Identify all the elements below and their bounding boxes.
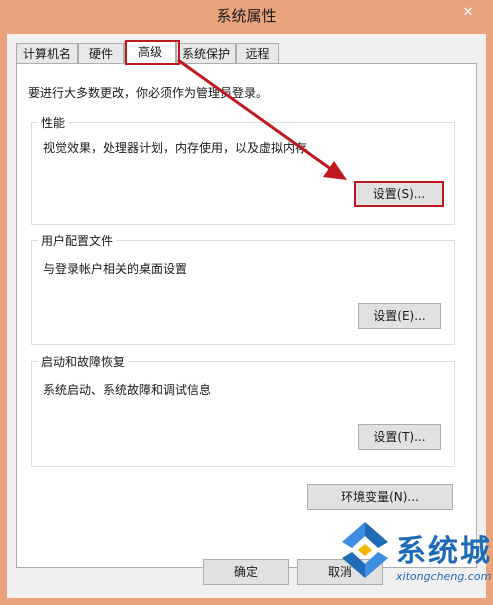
admin-notice: 要进行大多数更改，你必须作为管理员登录。	[28, 86, 269, 100]
tab-computer-name[interactable]: 计算机名	[16, 43, 78, 63]
tab-remote[interactable]: 远程	[236, 43, 279, 63]
ok-button[interactable]: 确定	[203, 559, 289, 585]
startup-recovery-group: 启动和故障恢复 系统启动、系统故障和调试信息	[31, 353, 455, 467]
user-profiles-settings-button[interactable]: 设置(E)...	[358, 303, 441, 329]
title-bar[interactable]: 系统属性 ✕	[0, 0, 493, 34]
startup-recovery-settings-button[interactable]: 设置(T)...	[358, 424, 441, 450]
user-profiles-group: 用户配置文件 与登录帐户相关的桌面设置	[31, 232, 455, 345]
brand-name: 系统城	[396, 534, 492, 569]
performance-title: 性能	[38, 114, 69, 131]
brand-logo-icon	[342, 522, 388, 578]
environment-variables-button[interactable]: 环境变量(N)...	[307, 484, 453, 510]
user-profiles-title: 用户配置文件	[38, 232, 117, 249]
performance-description: 视觉效果，处理器计划，内存使用，以及虚拟内存	[43, 141, 308, 155]
window-title: 系统属性	[216, 7, 277, 25]
startup-recovery-title: 启动和故障恢复	[38, 353, 129, 370]
brand-url: xitongcheng.com	[396, 570, 492, 583]
tab-system-protection[interactable]: 系统保护	[176, 43, 236, 63]
close-button[interactable]: ✕	[453, 3, 483, 23]
dialog-client-area: 计算机名 硬件 高级 系统保护 远程 要进行大多数更改，你必须作为管理员登录。 …	[7, 34, 486, 598]
user-profiles-description: 与登录帐户相关的桌面设置	[43, 262, 188, 276]
tab-highlight-box	[125, 40, 180, 65]
tab-hardware[interactable]: 硬件	[78, 43, 124, 63]
performance-group: 性能 视觉效果，处理器计划，内存使用，以及虚拟内存	[31, 114, 455, 225]
site-watermark: 系统城 xitongcheng.com	[336, 520, 493, 605]
performance-settings-button[interactable]: 设置(S)...	[354, 181, 444, 207]
startup-recovery-description: 系统启动、系统故障和调试信息	[43, 383, 212, 397]
